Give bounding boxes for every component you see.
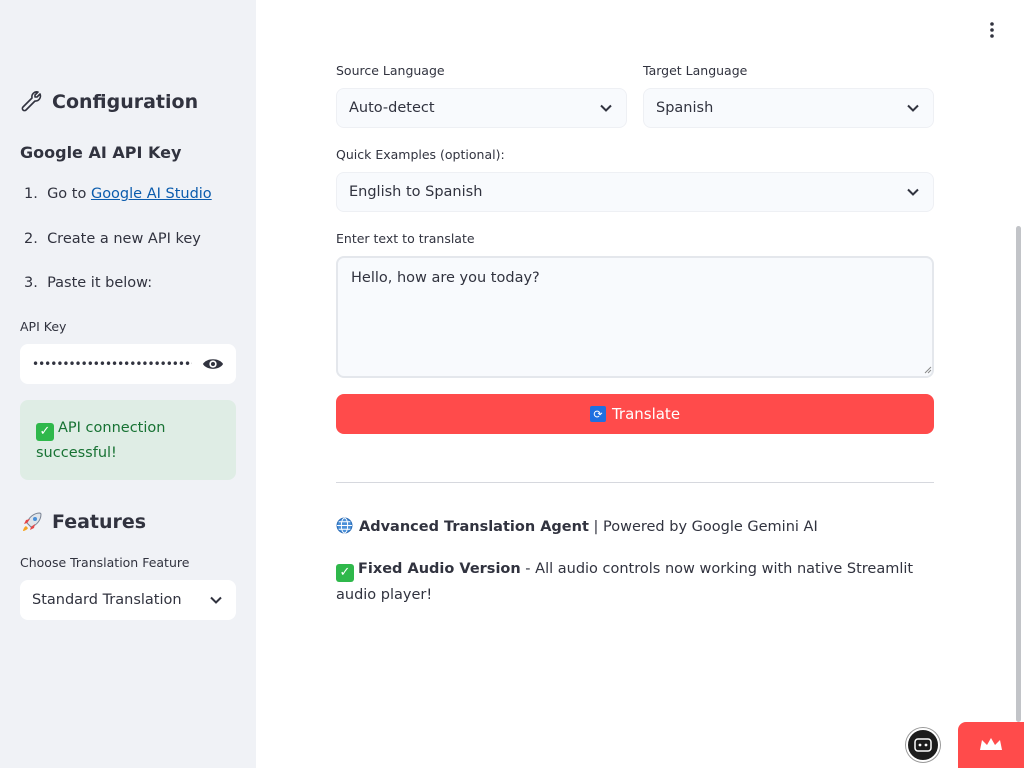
quick-examples-value: English to Spanish (349, 184, 483, 200)
features-heading-text: Features (52, 511, 147, 533)
step-2-number: 2. (24, 231, 38, 247)
fixed-audio-title: Fixed Audio Version (358, 561, 521, 577)
divider (336, 482, 934, 483)
target-language-select[interactable]: Spanish (643, 88, 934, 128)
target-language-value: Spanish (656, 100, 714, 116)
step-3: 3. Paste it below: (24, 275, 152, 291)
agent-credit-line: Advanced Translation Agent | Powered by … (336, 514, 936, 540)
step-1: 1. Go to Google AI Studio (24, 186, 212, 202)
chevron-down-icon (907, 104, 919, 112)
fixed-audio-line: ✓ Fixed Audio Version - All audio control… (336, 556, 936, 608)
config-heading: Configuration (20, 90, 198, 114)
source-language-value: Auto-detect (349, 100, 435, 116)
rocket-icon (23, 512, 42, 531)
step-3-text: Paste it below: (47, 275, 153, 291)
translate-button-label: Translate (611, 405, 681, 423)
bot-avatar-icon[interactable] (906, 728, 940, 762)
api-key-label: API Key (20, 319, 67, 334)
api-key-input[interactable]: ••••••••••••••••••••••••••••••••••••• (20, 344, 236, 384)
globe-icon (336, 517, 353, 534)
wrench-icon (21, 91, 42, 112)
success-message: API connection successful! (36, 420, 166, 461)
input-text-area[interactable]: Hello, how are you today? (336, 256, 934, 378)
check-icon: ✓ (36, 423, 54, 441)
eye-icon[interactable] (202, 353, 224, 375)
api-key-subheading: Google AI API Key (20, 143, 182, 162)
api-key-value[interactable]: ••••••••••••••••••••••••••••••••••••• (32, 357, 192, 371)
step-3-number: 3. (24, 275, 38, 291)
scrollbar[interactable] (1016, 226, 1021, 722)
powered-by-text: | Powered by Google Gemini AI (588, 519, 818, 535)
sidebar: Configuration Google AI API Key 1. Go to… (0, 0, 256, 768)
api-success-alert: ✓ API connection successful! (20, 400, 236, 480)
kebab-menu-icon[interactable] (984, 20, 1000, 40)
feature-select-label: Choose Translation Feature (20, 555, 190, 570)
target-language-label: Target Language (643, 63, 748, 78)
source-language-select[interactable]: Auto-detect (336, 88, 627, 128)
resize-grip-icon[interactable] (922, 364, 932, 374)
cycle-icon: ⟳ (589, 406, 606, 422)
crown-icon (980, 738, 1002, 750)
feature-select-value: Standard Translation (32, 592, 182, 608)
quick-examples-label: Quick Examples (optional): (336, 147, 505, 162)
agent-name: Advanced Translation Agent (359, 519, 589, 535)
translate-button[interactable]: ⟳ Translate (336, 394, 934, 434)
chevron-down-icon (600, 104, 612, 112)
check-icon: ✓ (336, 564, 354, 582)
config-heading-text: Configuration (52, 91, 199, 113)
step-2: 2. Create a new API key (24, 231, 201, 247)
step-1-number: 1. (24, 186, 38, 202)
step-1-text: Go to (47, 186, 91, 202)
features-heading: Features (20, 510, 146, 534)
streamlit-crown-button[interactable] (958, 722, 1024, 768)
google-ai-studio-link[interactable]: Google AI Studio (91, 186, 212, 202)
source-language-label: Source Language (336, 63, 445, 78)
input-text-label: Enter text to translate (336, 231, 475, 246)
quick-examples-select[interactable]: English to Spanish (336, 172, 934, 212)
feature-select[interactable]: Standard Translation (20, 580, 236, 620)
chevron-down-icon (907, 188, 919, 196)
step-2-text: Create a new API key (47, 231, 201, 247)
chevron-down-icon (210, 596, 222, 604)
